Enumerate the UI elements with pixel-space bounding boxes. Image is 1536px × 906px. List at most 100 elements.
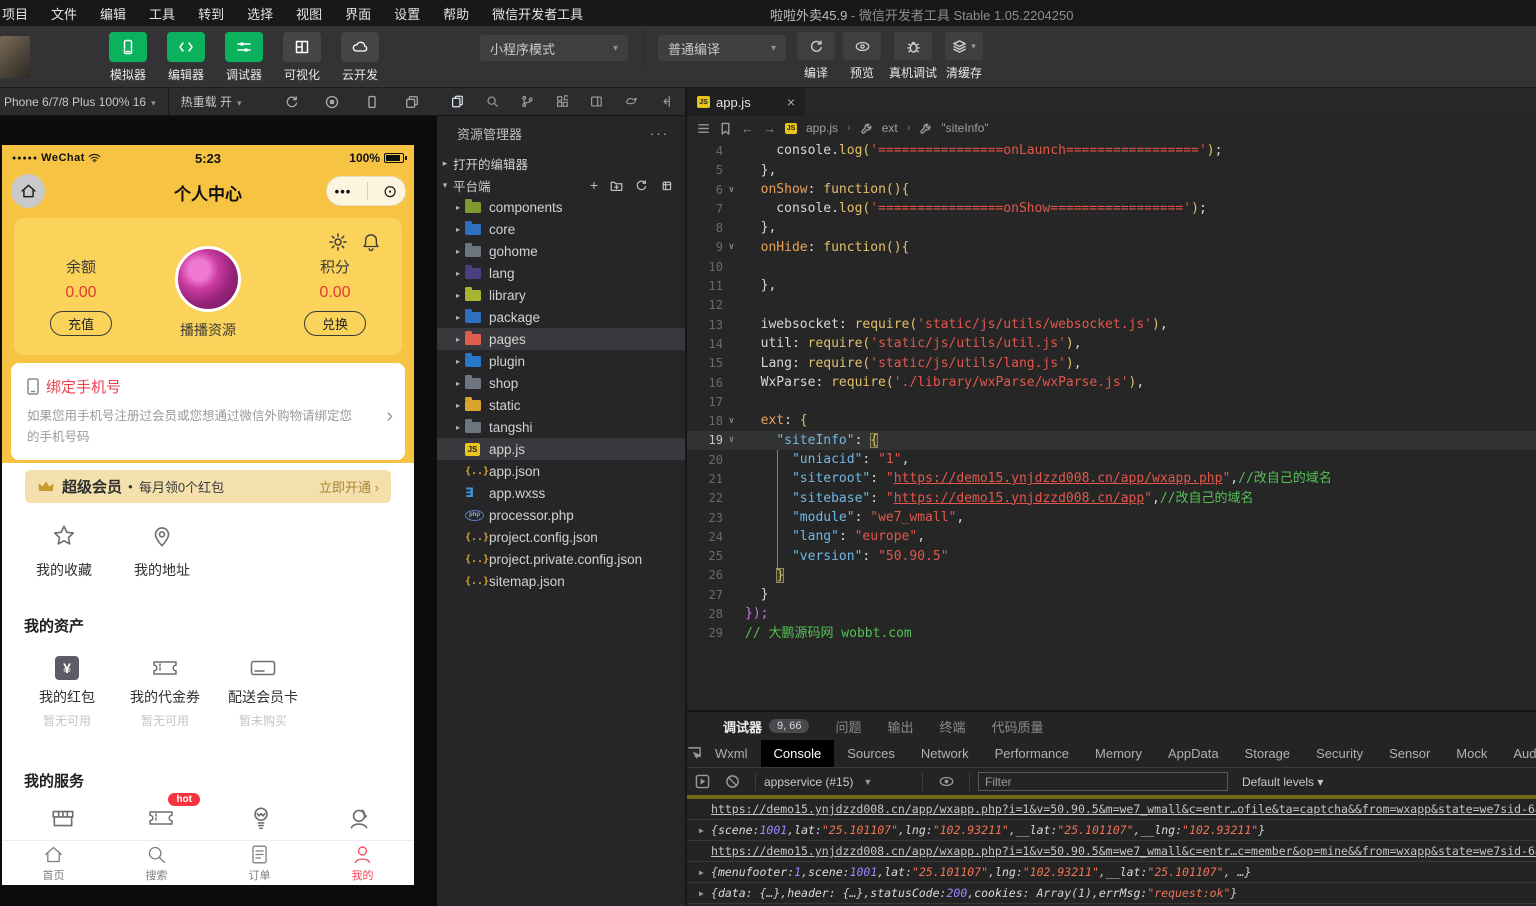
editor-layout-icon[interactable] <box>590 94 603 109</box>
console-link[interactable]: https://demo15.ynjdzzd008.cn/app/wxapp.p… <box>711 802 1536 816</box>
tree-item-pages[interactable]: ▸pages <box>437 328 685 350</box>
tree-item-tangshi[interactable]: ▸tangshi <box>437 416 685 438</box>
project-root-section[interactable]: ▾ 平台端 + <box>437 174 685 196</box>
extensions-icon[interactable] <box>556 94 569 109</box>
tree-item-lang[interactable]: ▸lang <box>437 262 685 284</box>
multi-window-icon[interactable] <box>405 95 419 109</box>
code-line-20[interactable]: 20 "uniacid": "1", <box>687 450 1536 469</box>
device-select[interactable]: Phone 6/7/8 Plus 100% 16▾ <box>0 95 156 109</box>
devtools-tab-Performance[interactable]: Performance <box>982 740 1082 768</box>
more-icon[interactable]: ••• <box>335 184 352 199</box>
tabbar-search[interactable]: 搜索 <box>105 841 208 885</box>
code-line-9[interactable]: 9∨ onHide: function(){ <box>687 238 1536 257</box>
devtools-tab-Sources[interactable]: Sources <box>834 740 908 768</box>
expand-icon[interactable]: ▶ <box>699 868 711 877</box>
code-line-18[interactable]: 18∨ ext: { <box>687 411 1536 430</box>
tree-item-gohome[interactable]: ▸gohome <box>437 240 685 262</box>
devtools-tab-Wxml[interactable]: Wxml <box>702 740 761 768</box>
code-line-8[interactable]: 8 }, <box>687 218 1536 237</box>
action-button-clear-cache[interactable]: ▾清缓存 <box>945 32 983 81</box>
whale-icon[interactable] <box>625 94 638 109</box>
panel-tab-终端[interactable]: 终端 <box>940 717 966 736</box>
devtools-tab-Memory[interactable]: Memory <box>1082 740 1155 768</box>
code-line-29[interactable]: 29// 大鹏源码网 wobbt.com <box>687 624 1536 643</box>
clear-console-button[interactable] <box>717 774 747 789</box>
code-line-7[interactable]: 7 console.log('================onShow===… <box>687 199 1536 218</box>
mode-button-simulator[interactable]: 模拟器 <box>104 32 152 83</box>
devtools-tab-AppData[interactable]: AppData <box>1155 740 1232 768</box>
phone-frame-icon[interactable] <box>365 95 379 109</box>
code-area[interactable]: 3 onLaunch: function(){4 console.log('==… <box>687 140 1536 710</box>
new-file-icon[interactable]: + <box>590 177 598 193</box>
code-line-26[interactable]: 26 } <box>687 566 1536 585</box>
git-branch-icon[interactable] <box>521 94 534 109</box>
open-editors-section[interactable]: ▸ 打开的编辑器 <box>437 152 685 174</box>
panel-tab-输出[interactable]: 输出 <box>888 717 914 736</box>
tabbar-home[interactable]: 首页 <box>2 841 105 885</box>
menu-item[interactable]: 项目 <box>2 4 28 23</box>
vip-open-link[interactable]: 立即开通 › <box>319 477 379 496</box>
tabbar-profile[interactable]: 我的 <box>311 841 414 885</box>
service-item-1[interactable]: hot <box>138 805 184 845</box>
exit-icon[interactable]: ⊙ <box>383 183 397 200</box>
outline-icon[interactable] <box>697 122 710 135</box>
quick-link-1[interactable]: 我的地址 <box>120 523 204 580</box>
tree-item-project.config.json[interactable]: {..}project.config.json <box>437 526 685 548</box>
code-line-12[interactable]: 12 <box>687 296 1536 315</box>
code-line-23[interactable]: 23 "module": "we7_wmall", <box>687 508 1536 527</box>
console-row-3[interactable]: ▶{menufooter: 1, scene: 1001, lat: "25.1… <box>687 862 1536 883</box>
devtools-tab-Audits[interactable]: Audits <box>1500 740 1536 768</box>
stop-icon[interactable] <box>325 95 339 109</box>
mode-select[interactable]: 小程序模式▾ <box>480 35 628 61</box>
back-icon[interactable]: ← <box>741 121 754 136</box>
console-link[interactable]: https://demo15.ynjdzzd008.cn/app/wxapp.p… <box>711 844 1536 858</box>
collapse-all-icon[interactable] <box>660 179 673 192</box>
tree-item-package[interactable]: ▸package <box>437 306 685 328</box>
breadcrumb-file[interactable]: app.js <box>806 121 838 135</box>
breadcrumb-scope[interactable]: ext <box>882 121 898 135</box>
code-line-13[interactable]: 13 iwebsocket: require('static/js/utils/… <box>687 315 1536 334</box>
quick-link-0[interactable]: 我的收藏 <box>22 523 106 580</box>
console-row-4[interactable]: ▶{data: {…}, header: {…}, statusCode: 20… <box>687 883 1536 904</box>
code-line-17[interactable]: 17 <box>687 392 1536 411</box>
code-line-10[interactable]: 10 <box>687 257 1536 276</box>
action-button-device-debug[interactable]: 真机调试 <box>889 32 937 81</box>
action-button-compile[interactable]: 编译 <box>797 32 835 81</box>
code-line-16[interactable]: 16 WxParse: require('./library/wxParse/w… <box>687 373 1536 392</box>
files-icon[interactable] <box>451 94 464 109</box>
asset-item-1[interactable]: 我的代金券暂无可用 <box>120 655 210 729</box>
service-item-3[interactable] <box>336 805 382 845</box>
code-line-14[interactable]: 14 util: require('static/js/utils/util.j… <box>687 334 1536 353</box>
tree-item-sitemap.json[interactable]: {..}sitemap.json <box>437 570 685 592</box>
code-line-27[interactable]: 27 } <box>687 585 1536 604</box>
bookmark-icon[interactable] <box>719 122 732 135</box>
menu-item[interactable]: 工具 <box>149 4 175 23</box>
panel-tab-代码质量[interactable]: 代码质量 <box>992 717 1044 736</box>
menu-item[interactable]: 转到 <box>198 4 224 23</box>
devtools-tab-Storage[interactable]: Storage <box>1232 740 1304 768</box>
exchange-button[interactable]: 兑换 <box>304 311 366 336</box>
refresh-icon[interactable] <box>285 95 299 109</box>
tree-item-library[interactable]: ▸library <box>437 284 685 306</box>
menu-item[interactable]: 文件 <box>51 4 77 23</box>
code-line-6[interactable]: 6∨ onShow: function(){ <box>687 180 1536 199</box>
devtools-tab-Console[interactable]: Console <box>761 740 835 768</box>
code-line-21[interactable]: 21 "siteroot": "https://demo15.ynjdzzd00… <box>687 469 1536 488</box>
gear-icon[interactable] <box>328 232 348 252</box>
expand-icon[interactable]: ▶ <box>699 826 711 835</box>
menu-item[interactable]: 编辑 <box>100 4 126 23</box>
tree-item-static[interactable]: ▸static <box>437 394 685 416</box>
console-row-1[interactable]: ▶{scene: 1001, lat: "25.101107", lng: "1… <box>687 820 1536 841</box>
close-icon[interactable]: × <box>787 94 795 110</box>
devtools-tab-Mock[interactable]: Mock <box>1443 740 1500 768</box>
console-row-2[interactable]: https://demo15.ynjdzzd008.cn/app/wxapp.p… <box>687 841 1536 862</box>
console-row-0[interactable]: https://demo15.ynjdzzd008.cn/app/wxapp.p… <box>687 799 1536 820</box>
tree-item-app.js[interactable]: JSapp.js <box>437 438 685 460</box>
context-select[interactable]: appservice (#15) ▼ <box>764 775 914 789</box>
tree-item-processor.php[interactable]: phpprocessor.php <box>437 504 685 526</box>
filter-input[interactable] <box>978 772 1228 791</box>
menu-item[interactable]: 视图 <box>296 4 322 23</box>
code-line-5[interactable]: 5 }, <box>687 161 1536 180</box>
new-folder-icon[interactable] <box>610 179 623 192</box>
code-line-22[interactable]: 22 "sitebase": "https://demo15.ynjdzzd00… <box>687 489 1536 508</box>
